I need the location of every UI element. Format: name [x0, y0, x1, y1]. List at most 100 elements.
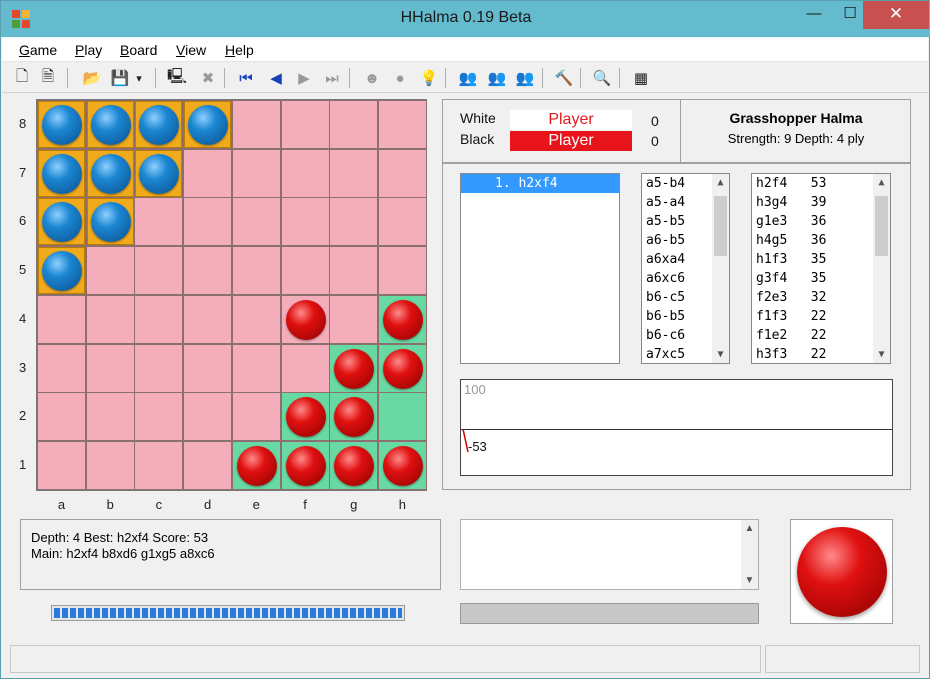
evaluation-scrollbar[interactable]: ▲ ▼ — [873, 174, 890, 363]
scroll-up-icon[interactable]: ▲ — [873, 174, 890, 191]
red-piece[interactable] — [236, 445, 277, 486]
blue-piece[interactable] — [90, 202, 131, 243]
blue-piece[interactable] — [42, 153, 82, 194]
scroll-up-icon[interactable]: ▲ — [712, 174, 729, 191]
board-square-f8[interactable] — [280, 100, 330, 149]
board-square-d4[interactable] — [183, 294, 233, 344]
message-box[interactable]: ▲ ▼ — [460, 519, 759, 590]
board-square-c3[interactable] — [134, 343, 184, 393]
board-square-b7[interactable] — [85, 148, 135, 198]
blue-piece[interactable] — [42, 105, 82, 145]
evaluation-item[interactable]: h1f3 35 — [752, 250, 890, 269]
evaluation-item[interactable]: h3f3 22 — [752, 345, 890, 363]
title-bar[interactable]: HHalma 0.19 Beta — ☐ ✕ — [1, 1, 930, 37]
open-icon[interactable]: 📂 — [81, 67, 103, 89]
blue-piece[interactable] — [188, 105, 229, 145]
menu-play[interactable]: Play — [75, 42, 102, 58]
board-square-f2[interactable] — [280, 392, 330, 442]
evaluation-item[interactable]: g3f4 35 — [752, 269, 890, 288]
scroll-down-icon[interactable]: ▼ — [873, 346, 890, 363]
save-dropdown-icon[interactable]: ▾ — [133, 67, 145, 89]
board-square-e1[interactable] — [231, 440, 281, 490]
board-square-a2[interactable] — [37, 392, 86, 442]
board-square-c8[interactable] — [134, 100, 184, 149]
magnifier-icon[interactable]: 🔍 — [591, 67, 613, 89]
board-square-g7[interactable] — [329, 148, 379, 198]
board-square-e2[interactable] — [231, 392, 281, 442]
red-piece[interactable] — [382, 445, 423, 486]
board-square-b3[interactable] — [85, 343, 135, 393]
red-piece[interactable] — [334, 348, 375, 389]
maximize-button[interactable]: ☐ — [837, 1, 863, 29]
board-square-g8[interactable] — [329, 100, 379, 149]
board-square-h4[interactable] — [377, 294, 427, 344]
menu-view[interactable]: View — [176, 42, 206, 58]
next-move-icon[interactable]: ▶ — [293, 67, 315, 89]
blue-piece[interactable] — [42, 251, 82, 292]
scroll-up-icon[interactable]: ▲ — [741, 520, 758, 537]
history-move-item[interactable]: 1. h2xf4 — [461, 174, 619, 193]
board-square-b4[interactable] — [85, 294, 135, 344]
evaluation-item[interactable]: f1e2 22 — [752, 326, 890, 345]
board-square-a7[interactable] — [37, 148, 86, 198]
human-vs-computer-icon[interactable]: 👥 — [486, 67, 508, 89]
board-square-d7[interactable] — [183, 148, 233, 198]
minimize-button[interactable]: — — [791, 1, 837, 29]
menu-help[interactable]: Help — [225, 42, 254, 58]
legal-moves-list[interactable]: a5-b4 a5-a4 a5-b5 a6-b5 a6xa4 a6xc6 b6-c5 b6-b5… — [641, 173, 730, 364]
red-piece[interactable] — [382, 299, 423, 340]
board-square-a8[interactable] — [37, 100, 86, 149]
board-square-b1[interactable] — [85, 440, 135, 490]
board-square-a4[interactable] — [37, 294, 86, 344]
menu-board[interactable]: Board — [120, 42, 157, 58]
red-piece[interactable] — [382, 348, 423, 389]
board-square-d2[interactable] — [183, 392, 233, 442]
hint-bulb-icon[interactable]: 💡 — [418, 67, 440, 89]
evaluation-item[interactable]: f1f3 22 — [752, 307, 890, 326]
board-square-e7[interactable] — [231, 148, 281, 198]
blue-piece[interactable] — [90, 153, 131, 194]
red-piece[interactable] — [285, 397, 326, 438]
computer-vs-computer-icon[interactable]: 👥 — [514, 67, 536, 89]
previous-move-icon[interactable]: ◀ — [265, 67, 287, 89]
board-square-a5[interactable] — [37, 246, 86, 296]
board-square-h2[interactable] — [377, 392, 427, 442]
new-game-icon[interactable]: 🗋 — [11, 67, 33, 89]
blue-piece[interactable] — [139, 105, 180, 145]
board-square-c6[interactable] — [134, 197, 184, 247]
board-square-f5[interactable] — [280, 246, 330, 296]
last-move-icon[interactable]: ⏭ — [321, 67, 343, 89]
board-square-h7[interactable] — [377, 148, 427, 198]
blue-piece[interactable] — [139, 153, 180, 194]
evaluation-list[interactable]: h2f4 53 h3g4 39 g1e3 36 h4g5 36 h1f3 35 g3f4 … — [751, 173, 891, 364]
board-square-h3[interactable] — [377, 343, 427, 393]
board-square-g6[interactable] — [329, 197, 379, 247]
board-square-c1[interactable] — [134, 440, 184, 490]
board-square-g4[interactable] — [329, 294, 379, 344]
board-square-h5[interactable] — [377, 246, 427, 296]
move-history-list[interactable]: 1. h2xf4 — [460, 173, 620, 364]
board-square-a3[interactable] — [37, 343, 86, 393]
board-square-c4[interactable] — [134, 294, 184, 344]
black-player-field[interactable]: Player — [510, 131, 632, 151]
board-square-h8[interactable] — [377, 100, 427, 149]
board-square-f4[interactable] — [280, 294, 330, 344]
board-square-g2[interactable] — [329, 392, 379, 442]
board-square-g5[interactable] — [329, 246, 379, 296]
board-square-c7[interactable] — [134, 148, 184, 198]
board-square-f6[interactable] — [280, 197, 330, 247]
board-square-d6[interactable] — [183, 197, 233, 247]
board-square-f7[interactable] — [280, 148, 330, 198]
game-board[interactable] — [36, 99, 427, 491]
board-square-e5[interactable] — [231, 246, 281, 296]
board-square-d3[interactable] — [183, 343, 233, 393]
checkerboard-icon[interactable]: ▦ — [630, 67, 652, 89]
stop-icon[interactable]: ✖ — [197, 67, 219, 89]
scroll-thumb[interactable] — [875, 196, 888, 256]
legal-moves-scrollbar[interactable]: ▲ ▼ — [712, 174, 729, 363]
board-square-b5[interactable] — [85, 246, 135, 296]
evaluation-item[interactable]: f2e3 32 — [752, 288, 890, 307]
board-square-b2[interactable] — [85, 392, 135, 442]
human-vs-human-icon[interactable]: 👥 — [457, 67, 479, 89]
blue-piece[interactable] — [90, 105, 131, 145]
